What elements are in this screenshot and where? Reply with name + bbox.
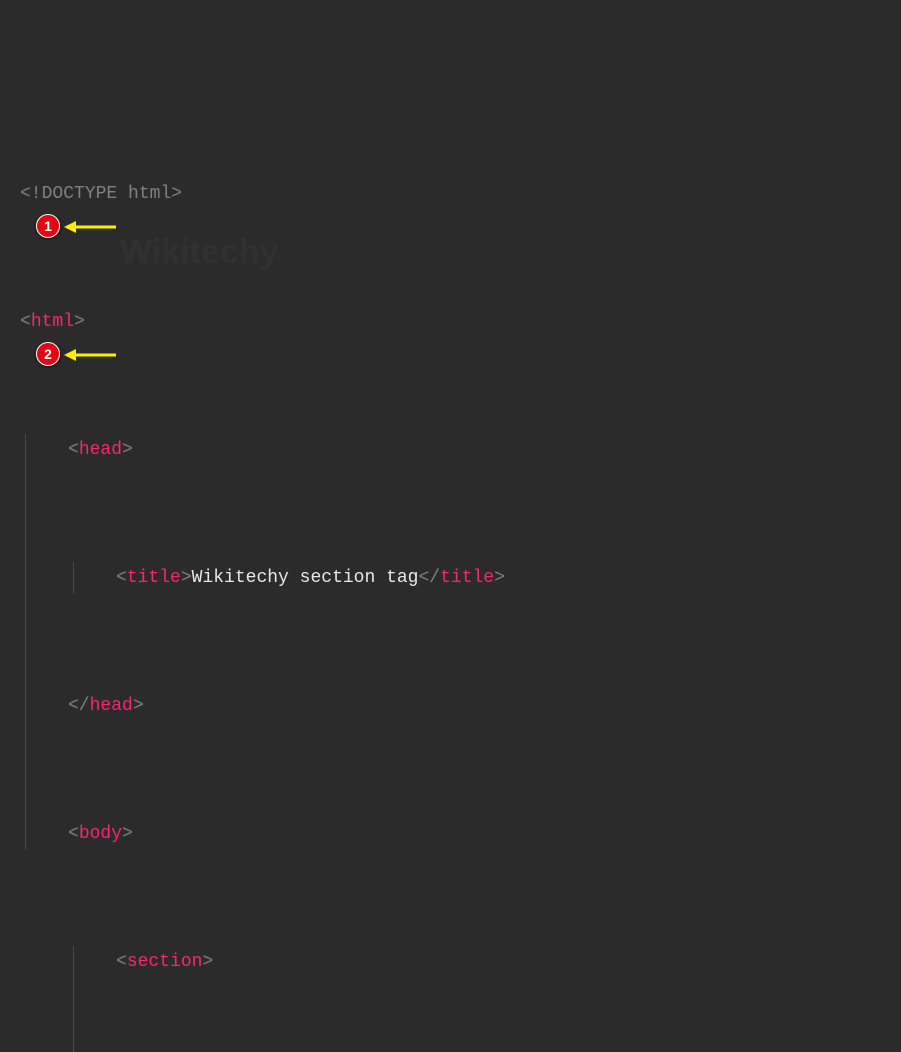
code-block: Wikitechy <!DOCTYPE html> <html> <head> … [20, 18, 881, 1052]
annotation-badge-1: 1 [36, 214, 60, 238]
watermark: Wikitechy [120, 236, 278, 268]
arrow-icon [62, 216, 118, 238]
arrow-icon [62, 344, 118, 366]
code-line: <title>Wikitechy section tag</title> [20, 562, 881, 594]
code-line: <body> [20, 818, 881, 850]
code-line: <html> [20, 306, 881, 338]
code-line: <!DOCTYPE html> [20, 178, 881, 210]
annotation-badge-2: 2 [36, 342, 60, 366]
code-line: </head> [20, 690, 881, 722]
code-line: <head> [20, 434, 881, 466]
code-line: <section> [20, 946, 881, 978]
